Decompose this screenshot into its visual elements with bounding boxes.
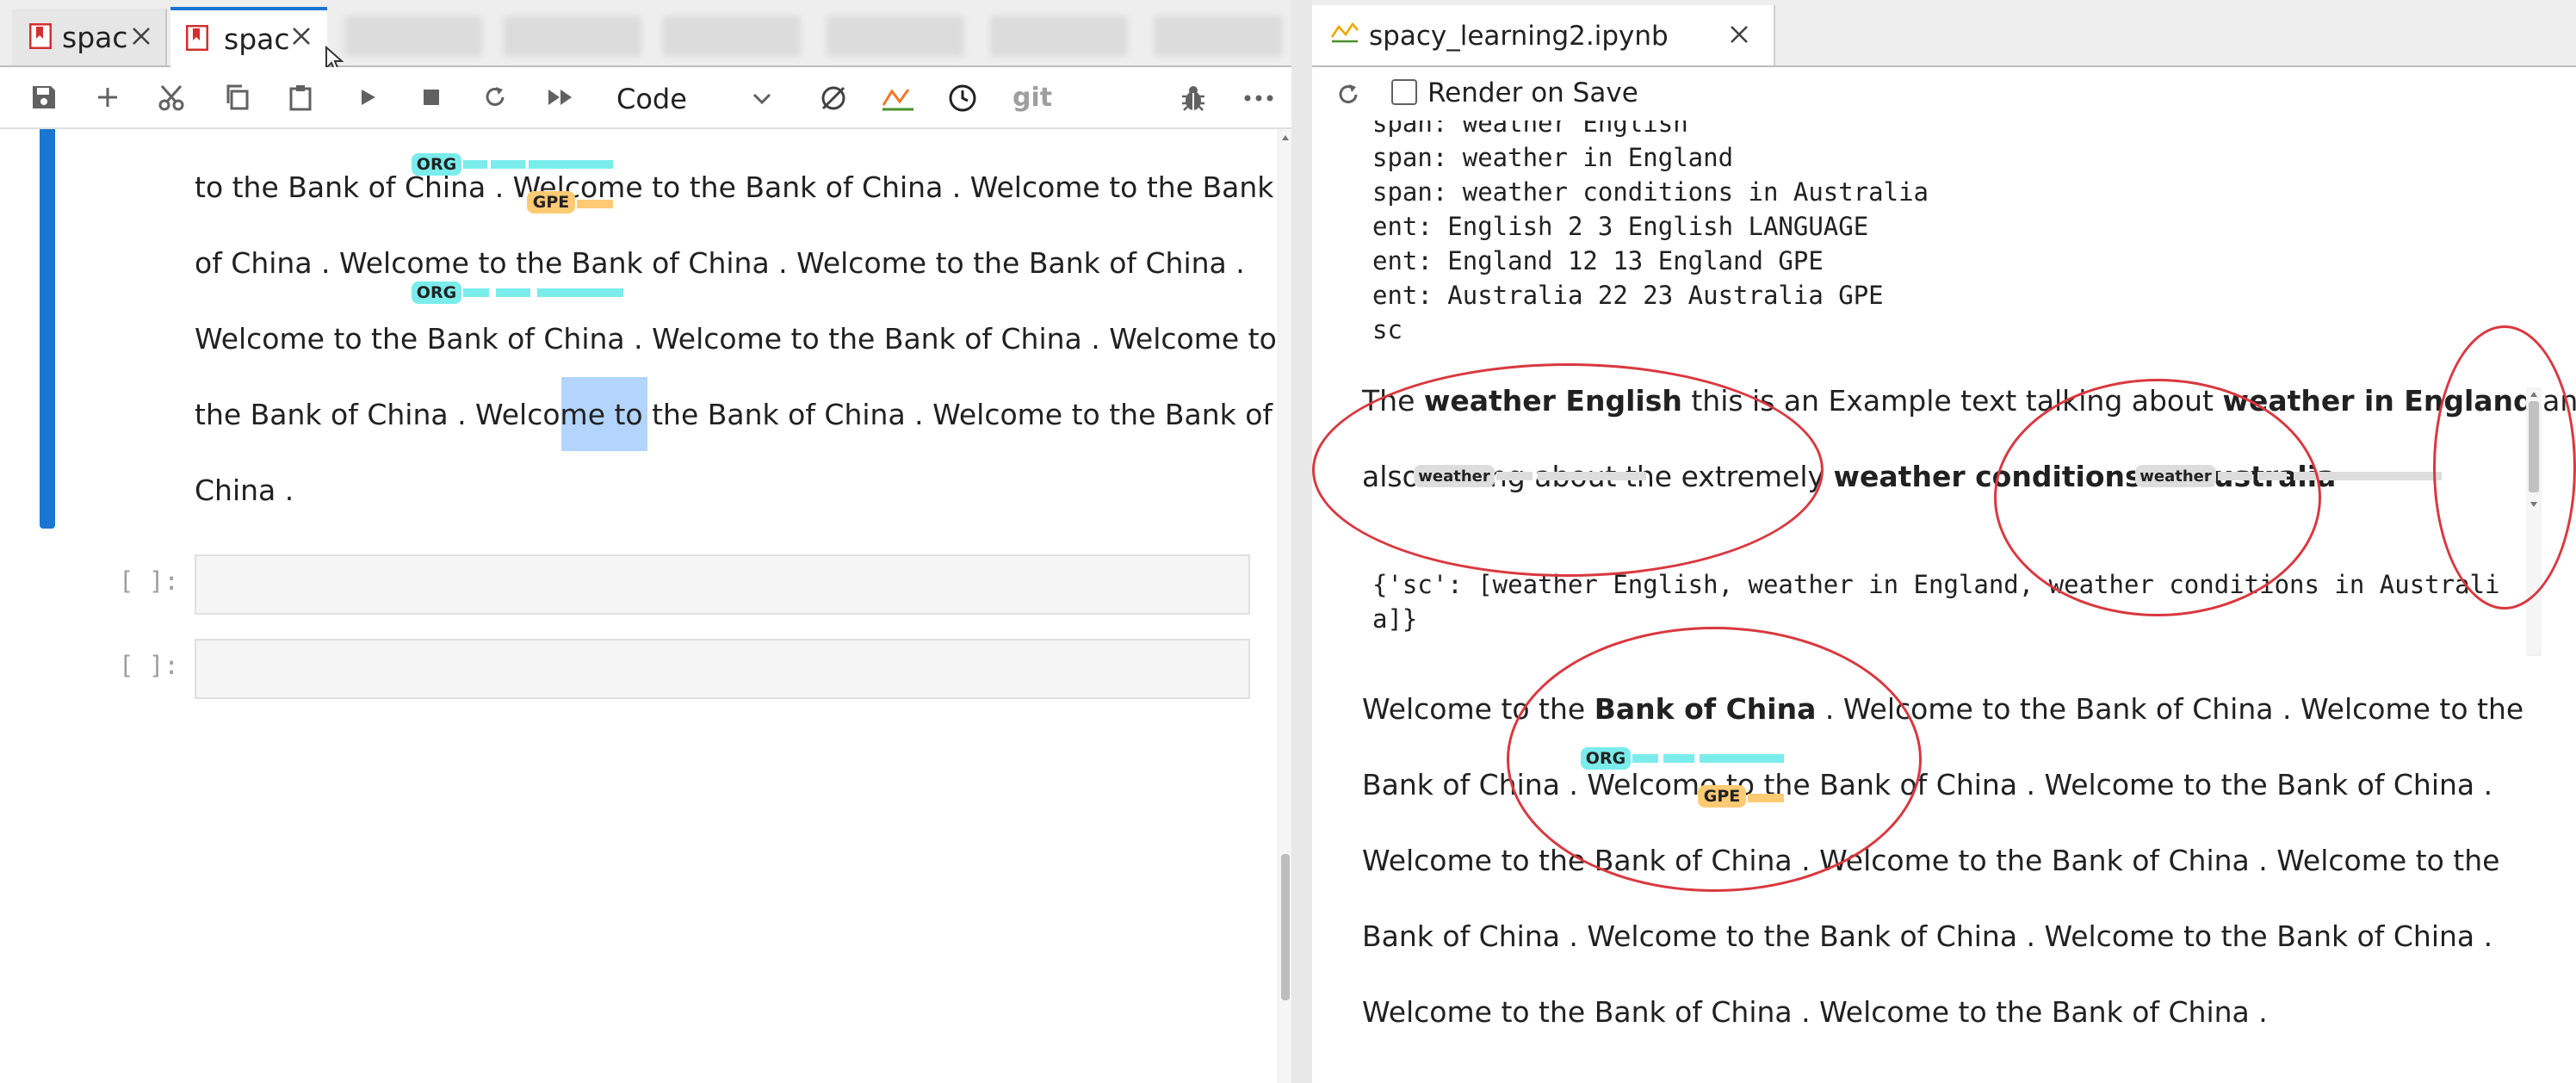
close-icon[interactable]: [1725, 21, 1753, 48]
displacy-line: Welcome to the Bank of China . Welcome t…: [1362, 995, 2268, 1029]
cell-type-select[interactable]: Code: [603, 76, 792, 119]
displacy-line: to the Bank of China . Welcome to the Ba…: [195, 170, 1274, 204]
add-icon[interactable]: [90, 79, 126, 115]
blurred-tab: [663, 15, 801, 57]
blurred-tab: [1154, 15, 1283, 57]
reload-icon[interactable]: [1331, 77, 1365, 112]
left-tab-bar: spac spac: [0, 0, 1291, 73]
tab-label: spac: [224, 22, 290, 56]
annotation-ellipse: [1507, 627, 1922, 892]
blurred-tab: [504, 15, 641, 57]
displacy-line: China .: [195, 473, 294, 507]
pane-divider[interactable]: [1291, 0, 1312, 1083]
bug-icon[interactable]: [1174, 79, 1212, 117]
run-icon[interactable]: [350, 79, 386, 115]
render-on-save-label: Render on Save: [1427, 77, 1638, 108]
close-icon[interactable]: [288, 22, 315, 50]
org-label: ORG: [412, 282, 461, 304]
displacy-line: Welcome to the Bank of China . Welcome t…: [195, 322, 1277, 356]
fast-forward-icon[interactable]: [542, 79, 579, 115]
cell-selection-bar[interactable]: [40, 129, 55, 529]
cut-icon[interactable]: [153, 79, 189, 115]
org-underline: [529, 160, 613, 169]
blurred-tab: [827, 15, 964, 57]
org-underline: [491, 160, 525, 169]
annotation-ellipse: [1994, 379, 2321, 616]
displacy-text: . Welcome to the Bank of China . Welcome…: [1816, 692, 2524, 726]
gpe-underline: [577, 200, 613, 208]
org-underline: [463, 160, 487, 169]
output-line: sc: [1372, 315, 1403, 344]
code-cell-input[interactable]: [195, 554, 1250, 615]
restart-icon[interactable]: [477, 79, 513, 115]
preview-icon: [1329, 21, 1360, 45]
paste-icon[interactable]: [282, 79, 319, 115]
output-line: ent: English 2 3 English LANGUAGE: [1372, 212, 1869, 241]
tab-label: spac: [62, 21, 128, 54]
save-icon[interactable]: [26, 79, 62, 115]
displacy-line: the Bank of China . Welcome to the Bank …: [195, 398, 1273, 431]
org-underline: [463, 288, 489, 297]
output-line: span: weather English: [1372, 121, 1688, 138]
tab-html-preview[interactable]: spacy_learning2.ipynb: [1312, 5, 1775, 65]
refresh-kernel-icon[interactable]: [814, 79, 852, 117]
tab-notebook-2[interactable]: spac: [170, 7, 327, 71]
render-on-save-checkbox[interactable]: [1391, 79, 1417, 105]
output-line: ent: England 12 13 England GPE: [1372, 246, 1824, 275]
copy-icon[interactable]: [219, 79, 255, 115]
activity-icon[interactable]: [878, 79, 918, 117]
displacy-line: Welcome to the Bank of China . Welcome t…: [1362, 844, 2500, 877]
code-cell-input[interactable]: [195, 639, 1250, 699]
cell-prompt: [ ]:: [119, 651, 179, 680]
stop-icon[interactable]: [413, 79, 449, 115]
annotation-ellipse: [1312, 363, 1824, 577]
annotation-ellipse: [2433, 325, 2576, 610]
org-label: ORG: [412, 153, 461, 176]
displacy-line: of China . Welcome to the Bank of China …: [195, 246, 1245, 280]
scroll-up-icon[interactable]: [1280, 133, 1291, 143]
notebook-icon: [28, 22, 53, 50]
blurred-tab: [344, 15, 482, 57]
git-label: git: [1012, 83, 1053, 113]
tab-title: spacy_learning2.ipynb: [1369, 21, 1669, 52]
cell-prompt: [ ]:: [119, 566, 179, 596]
preview-toolbar: Render on Save: [1312, 67, 2576, 122]
right-tab-bar: spacy_learning2.ipynb: [1312, 0, 2576, 67]
left-pane: spac spac Code git ORG to the Bank of Ch…: [0, 0, 1292, 1083]
notebook-toolbar: Code git: [0, 67, 1291, 129]
output-line: span: weather conditions in Australia: [1372, 177, 1929, 207]
scrollbar-track[interactable]: [1278, 129, 1292, 1083]
org-underline: [496, 288, 530, 297]
blurred-tab: [990, 15, 1128, 57]
tab-notebook-1[interactable]: spac: [12, 9, 167, 65]
preview-content: span: weather English span: weather in E…: [1312, 121, 2576, 1083]
right-pane: spacy_learning2.ipynb Render on Save spa…: [1312, 0, 2576, 1083]
displacy-line: Bank of China . Welcome to the Bank of C…: [1362, 919, 2493, 953]
notebook-icon: [184, 24, 210, 52]
scrollbar-thumb[interactable]: [1281, 854, 1290, 1000]
output-line: ent: Australia 22 23 Australia GPE: [1372, 281, 1884, 310]
cell-type-label: Code: [616, 83, 687, 115]
close-icon[interactable]: [127, 22, 155, 50]
output-line: span: weather in England: [1372, 143, 1734, 172]
git-button[interactable]: git: [1009, 79, 1061, 117]
notebook-content: ORG to the Bank of China . Welcome to th…: [0, 129, 1291, 1083]
more-icon[interactable]: [1240, 79, 1278, 117]
clock-icon[interactable]: [944, 79, 981, 117]
dict-output-line: a]}: [1372, 604, 1418, 634]
gpe-label: GPE: [527, 191, 575, 214]
org-underline: [537, 288, 623, 297]
chevron-down-icon: [749, 86, 775, 112]
